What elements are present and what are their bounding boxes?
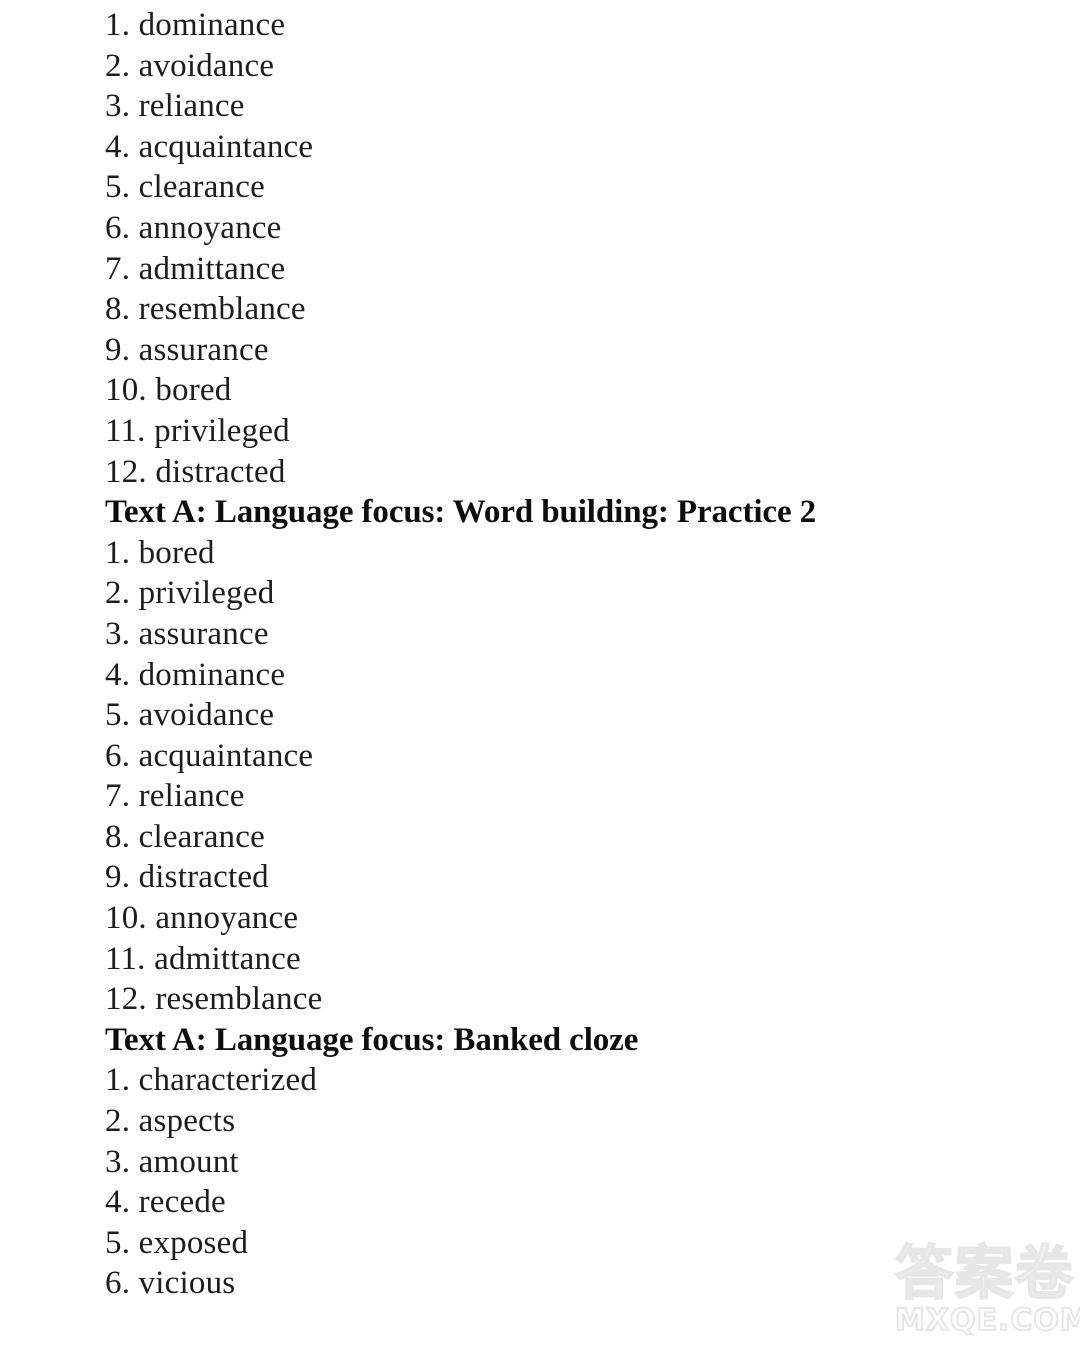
list-item-number: 2. bbox=[105, 575, 131, 612]
list-item: 3. reliance bbox=[105, 86, 1005, 127]
list-item-word: avoidance bbox=[138, 47, 275, 84]
list-item-word: acquaintance bbox=[138, 737, 314, 774]
list-item: 12. resemblance bbox=[105, 979, 1005, 1020]
list-item-number: 9. bbox=[105, 331, 131, 368]
list-item: 7. admittance bbox=[105, 249, 1005, 290]
list-item-number: 11. bbox=[105, 412, 146, 449]
list-item-word: distracted bbox=[138, 859, 269, 896]
list-item-number: 5. bbox=[105, 697, 131, 734]
list-item-word: assurance bbox=[138, 615, 269, 652]
list-item-number: 2. bbox=[105, 1103, 131, 1140]
list-item-word: reliance bbox=[138, 88, 245, 125]
answer-list-section-1: 1. dominance 2. avoidance 3. reliance 4.… bbox=[105, 5, 1005, 492]
list-item-number: 1. bbox=[105, 1062, 131, 1099]
list-item: 3. amount bbox=[105, 1142, 1005, 1183]
list-item: 6. annoyance bbox=[105, 208, 1005, 249]
list-item-word: clearance bbox=[138, 818, 265, 855]
list-item: 5. clearance bbox=[105, 167, 1005, 208]
list-item: 9. distracted bbox=[105, 857, 1005, 898]
list-item-number: 3. bbox=[105, 615, 131, 652]
list-item-number: 10. bbox=[105, 372, 147, 409]
list-item-number: 4. bbox=[105, 656, 131, 693]
list-item-word: annoyance bbox=[155, 900, 299, 937]
list-item: 4. recede bbox=[105, 1182, 1005, 1223]
list-item-word: privileged bbox=[138, 575, 275, 612]
list-item-number: 2. bbox=[105, 47, 131, 84]
list-item-word: assurance bbox=[138, 331, 269, 368]
list-item: 6. acquaintance bbox=[105, 736, 1005, 777]
list-item-number: 11. bbox=[105, 940, 146, 977]
list-item-word: exposed bbox=[138, 1224, 249, 1261]
list-item: 1. dominance bbox=[105, 5, 1005, 46]
list-item-number: 5. bbox=[105, 169, 131, 206]
list-item: 11. privileged bbox=[105, 411, 1005, 452]
answer-list-section-3: 1. characterized 2. aspects 3. amount 4.… bbox=[105, 1060, 1005, 1304]
section-heading-word-building-practice-2: Text A: Language focus: Word building: P… bbox=[105, 494, 817, 531]
list-item-word: annoyance bbox=[138, 209, 282, 246]
list-item-number: 4. bbox=[105, 1184, 131, 1221]
document-page: 1. dominance 2. avoidance 3. reliance 4.… bbox=[0, 0, 1080, 1347]
list-item: 6. vicious bbox=[105, 1263, 1005, 1304]
list-item-word: distracted bbox=[155, 453, 286, 490]
watermark-circled-char: 卷 bbox=[1014, 1239, 1076, 1307]
list-item-number: 7. bbox=[105, 250, 131, 287]
list-item: 10. annoyance bbox=[105, 898, 1005, 939]
list-item-word: clearance bbox=[138, 169, 265, 206]
list-item: 7. reliance bbox=[105, 776, 1005, 817]
list-item: 5. avoidance bbox=[105, 695, 1005, 736]
list-item: 4. dominance bbox=[105, 655, 1005, 696]
list-item-number: 9. bbox=[105, 859, 131, 896]
list-item: 2. aspects bbox=[105, 1101, 1005, 1142]
list-item-number: 8. bbox=[105, 291, 131, 328]
answer-key-content: 1. dominance 2. avoidance 3. reliance 4.… bbox=[105, 5, 1005, 1304]
list-item-word: aspects bbox=[138, 1103, 236, 1140]
list-item-number: 1. bbox=[105, 534, 131, 571]
list-item: 1. characterized bbox=[105, 1060, 1005, 1101]
list-item-number: 6. bbox=[105, 209, 131, 246]
list-item-word: amount bbox=[138, 1143, 239, 1180]
list-item-number: 12. bbox=[105, 453, 147, 490]
list-item-number: 6. bbox=[105, 737, 131, 774]
list-item-number: 3. bbox=[105, 88, 131, 125]
list-item-word: bored bbox=[155, 372, 232, 409]
list-item: 5. exposed bbox=[105, 1223, 1005, 1264]
list-item-number: 4. bbox=[105, 128, 131, 165]
list-item: 11. admittance bbox=[105, 939, 1005, 980]
list-item: 10. bored bbox=[105, 370, 1005, 411]
list-item-number: 12. bbox=[105, 981, 147, 1018]
list-item-number: 6. bbox=[105, 1265, 131, 1302]
list-item: 8. clearance bbox=[105, 817, 1005, 858]
list-item: 8. resemblance bbox=[105, 289, 1005, 330]
list-item-number: 10. bbox=[105, 900, 147, 937]
list-item-word: dominance bbox=[138, 656, 286, 693]
list-item-number: 1. bbox=[105, 7, 131, 43]
watermark-domain-text: MXQE.COM bbox=[894, 1303, 1080, 1338]
list-item: 4. acquaintance bbox=[105, 127, 1005, 168]
list-item-word: admittance bbox=[138, 250, 286, 287]
list-item-word: recede bbox=[138, 1184, 226, 1221]
list-item: 9. assurance bbox=[105, 330, 1005, 371]
list-item-number: 3. bbox=[105, 1143, 131, 1180]
list-item-number: 5. bbox=[105, 1224, 131, 1261]
section-heading-banked-cloze: Text A: Language focus: Banked cloze bbox=[105, 1021, 639, 1058]
list-item: 2. avoidance bbox=[105, 46, 1005, 87]
list-item-word: avoidance bbox=[138, 697, 275, 734]
list-item-word: acquaintance bbox=[138, 128, 314, 165]
list-item-word: privileged bbox=[154, 412, 290, 449]
list-item-word: dominance bbox=[138, 7, 286, 43]
list-item-word: reliance bbox=[138, 778, 245, 815]
list-item-word: bored bbox=[138, 534, 215, 571]
list-item-word: resemblance bbox=[155, 981, 323, 1018]
list-item-word: characterized bbox=[138, 1062, 318, 1099]
answer-list-section-2: 1. bored 2. privileged 3. assurance 4. d… bbox=[105, 533, 1005, 1020]
list-item-word: resemblance bbox=[138, 291, 306, 328]
list-item: 2. privileged bbox=[105, 573, 1005, 614]
list-item-word: admittance bbox=[154, 940, 301, 977]
list-item-number: 7. bbox=[105, 778, 131, 815]
list-item-number: 8. bbox=[105, 818, 131, 855]
list-item-word: vicious bbox=[138, 1265, 236, 1302]
list-item: 3. assurance bbox=[105, 614, 1005, 655]
list-item: 1. bored bbox=[105, 533, 1005, 574]
list-item: 12. distracted bbox=[105, 452, 1005, 493]
